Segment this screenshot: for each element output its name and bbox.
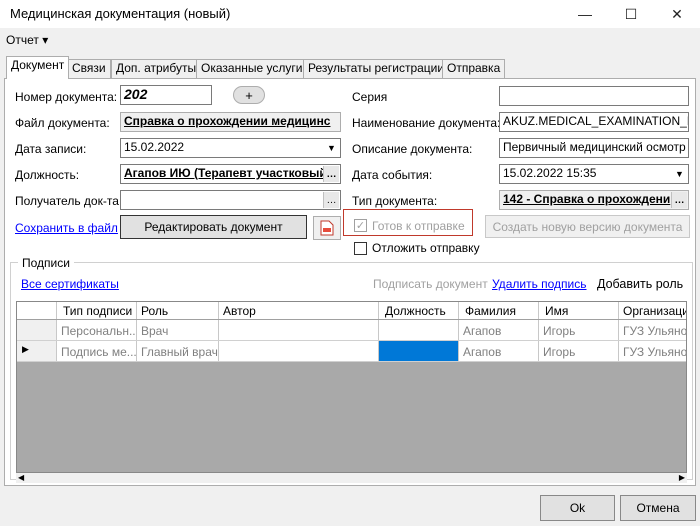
doc-desc-field[interactable]: Первичный медицинский осмотр [499, 138, 689, 158]
record-date-value: 15.02.2022 [124, 140, 185, 154]
row-selector[interactable] [17, 320, 57, 340]
record-date-label: Дата записи: [15, 142, 87, 156]
scroll-left-icon[interactable]: ◀ [18, 473, 24, 482]
doc-desc-label: Описание документа: [352, 142, 473, 156]
column-header[interactable]: Имя [539, 302, 619, 319]
minimize-button[interactable]: — [562, 0, 608, 28]
position-label: Должность: [15, 168, 80, 182]
grid-header: Тип подписи Роль Автор Должность Фамилия… [17, 302, 686, 320]
window-title: Медицинская документация (новый) [10, 6, 231, 21]
column-header[interactable]: Фамилия [459, 302, 539, 319]
doc-name-label: Наименование документа: [352, 116, 501, 130]
signatures-title: Подписи [18, 256, 74, 270]
browse-ellipsis-icon[interactable]: … [671, 192, 687, 208]
cell-organization: ГУЗ Ульянов [619, 341, 686, 361]
position-value: Агапов ИЮ (Терапевт участковый) [124, 166, 331, 180]
table-row[interactable]: ▶ Подпись ме... Главный врач Агапов Игор… [17, 341, 686, 362]
column-header[interactable]: Роль [137, 302, 219, 319]
table-row[interactable]: Персональн... Врач Агапов Игорь ГУЗ Улья… [17, 320, 686, 341]
position-field[interactable]: Агапов ИЮ (Терапевт участковый) … [120, 164, 341, 184]
cell-first-name: Игорь [539, 320, 619, 340]
close-button[interactable]: ✕ [654, 0, 700, 28]
postpone-label: Отложить отправку [372, 241, 480, 255]
doc-name-field[interactable]: AKUZ.MEDICAL_EXAMINATION_MAI [499, 112, 689, 132]
record-date-dropdown[interactable]: 15.02.2022 ▼ [120, 138, 341, 158]
doc-file-label: Файл документа: [15, 116, 110, 130]
all-certificates-link[interactable]: Все сертификаты [21, 277, 119, 291]
ready-label: Готов к отправке [372, 219, 465, 233]
add-role-button[interactable]: Добавить роль [597, 277, 683, 291]
pdf-icon[interactable] [313, 216, 341, 240]
cell-author [219, 341, 379, 361]
postpone-checkbox[interactable] [354, 242, 367, 255]
browse-ellipsis-icon[interactable]: … [323, 192, 339, 208]
header-corner [17, 302, 57, 319]
column-header[interactable]: Тип подписи [57, 302, 137, 319]
series-field[interactable] [499, 86, 689, 106]
recipient-label: Получатель док-та [15, 194, 119, 208]
sign-document-link[interactable]: Подписать документ [373, 277, 488, 291]
cell-author [219, 320, 379, 340]
maximize-button[interactable]: ☐ [608, 0, 654, 28]
cell-last-name: Агапов [459, 341, 539, 361]
current-row-icon: ▶ [22, 344, 29, 354]
cell-position [379, 320, 459, 340]
add-number-button[interactable]: + [233, 86, 265, 104]
doc-number-label: Номер документа: [15, 90, 118, 104]
ok-button[interactable]: Ok [540, 495, 615, 521]
tab-document[interactable]: Документ [6, 56, 70, 79]
event-date-dropdown[interactable]: 15.02.2022 15:35 ▼ [499, 164, 689, 184]
save-to-file-link[interactable]: Сохранить в файл [15, 221, 118, 235]
column-header[interactable]: Организация [619, 302, 686, 319]
column-header[interactable]: Должность [379, 302, 459, 319]
cell-signature-type: Персональн... [57, 320, 137, 340]
cancel-button[interactable]: Отмена [620, 495, 696, 521]
cell-first-name: Игорь [539, 341, 619, 361]
tab-sending[interactable]: Отправка [442, 59, 506, 78]
browse-ellipsis-icon[interactable]: … [323, 166, 339, 182]
tab-registration-results[interactable]: Результаты регистрации [303, 59, 450, 78]
series-label: Серия [352, 90, 388, 104]
recipient-field[interactable]: … [120, 190, 341, 210]
cell-role: Главный врач [137, 341, 219, 361]
signatures-grid[interactable]: Тип подписи Роль Автор Должность Фамилия… [16, 301, 687, 473]
doc-type-label: Тип документа: [352, 194, 438, 208]
menu-report[interactable]: Отчет ▾ [6, 33, 48, 47]
cell-position-selected[interactable] [379, 341, 459, 361]
tab-links[interactable]: Связи [67, 59, 111, 78]
doc-file-field[interactable]: Справка о прохождении медицинс [120, 112, 341, 132]
horizontal-scrollbar[interactable]: ◀ ▶ [16, 473, 687, 483]
chevron-down-icon[interactable]: ▼ [324, 140, 339, 156]
column-header[interactable]: Автор [219, 302, 379, 319]
tab-extra-attributes[interactable]: Доп. атрибуты [111, 59, 202, 78]
doc-type-value: 142 - Справка о прохождени [503, 192, 671, 206]
row-selector[interactable]: ▶ [17, 341, 57, 361]
cell-signature-type: Подпись ме... [57, 341, 137, 361]
delete-signature-link[interactable]: Удалить подпись [492, 277, 587, 291]
cell-organization: ГУЗ Ульянов [619, 320, 686, 340]
event-date-value: 15.02.2022 15:35 [503, 166, 597, 180]
event-date-label: Дата события: [352, 168, 433, 182]
ready-checkbox[interactable]: ✓ [354, 219, 367, 232]
chevron-down-icon[interactable]: ▼ [672, 166, 687, 182]
tab-services[interactable]: Оказанные услуги [196, 59, 308, 78]
edit-document-button[interactable]: Редактировать документ [120, 215, 307, 239]
doc-number-field[interactable]: 202 [120, 85, 212, 105]
cell-last-name: Агапов [459, 320, 539, 340]
create-version-button[interactable]: Создать новую версию документа [485, 215, 690, 238]
doc-type-field[interactable]: 142 - Справка о прохождени … [499, 190, 689, 210]
cell-role: Врач [137, 320, 219, 340]
scroll-right-icon[interactable]: ▶ [679, 473, 685, 482]
